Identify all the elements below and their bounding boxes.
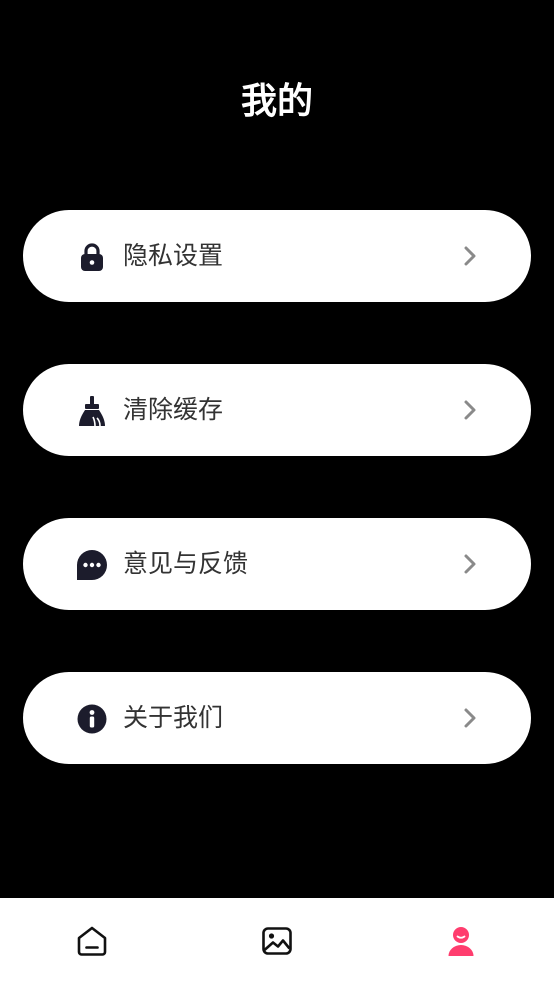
page-title: 我的 — [240, 81, 313, 122]
chevron-right-icon — [459, 399, 481, 421]
clear-cache-item[interactable]: 清除缓存 — [23, 364, 531, 456]
chevron-right-icon — [459, 707, 481, 729]
lock-icon — [76, 241, 108, 273]
feedback-item[interactable]: 意见与反馈 — [23, 518, 531, 610]
privacy-settings-item[interactable]: 隐私设置 — [23, 210, 531, 302]
about-us-label: 关于我们 — [123, 703, 224, 732]
chevron-right-icon — [459, 553, 481, 575]
tab-home[interactable] — [0, 898, 184, 984]
bottom-tab-bar — [0, 898, 554, 984]
chevron-right-icon — [459, 245, 481, 267]
tab-gallery[interactable] — [184, 898, 368, 984]
info-icon — [76, 703, 108, 735]
image-icon — [262, 927, 292, 955]
privacy-settings-label: 隐私设置 — [123, 241, 224, 270]
home-icon — [77, 926, 107, 956]
chat-bubble-icon — [76, 549, 108, 581]
tab-profile[interactable] — [368, 898, 552, 984]
profile-icon — [448, 927, 474, 956]
broom-icon — [76, 395, 108, 427]
feedback-label: 意见与反馈 — [123, 549, 249, 578]
clear-cache-label: 清除缓存 — [123, 395, 224, 424]
about-us-item[interactable]: 关于我们 — [23, 672, 531, 764]
